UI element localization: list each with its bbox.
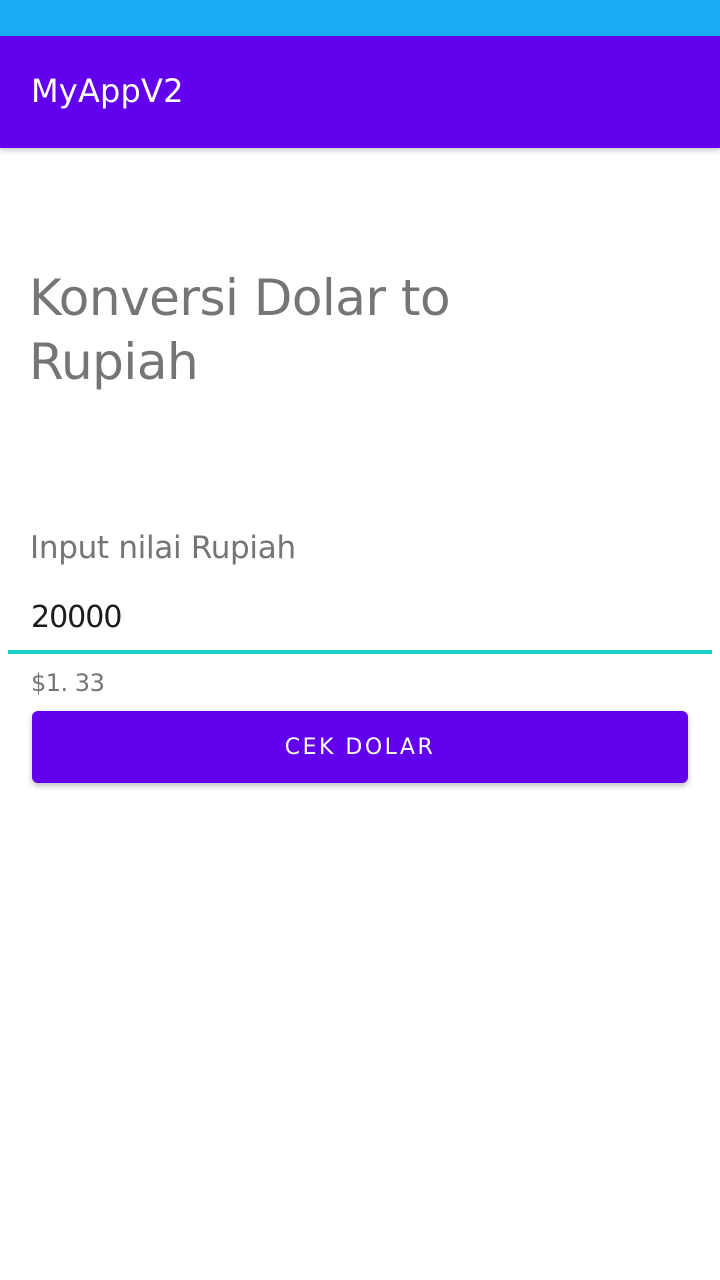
status-bar (0, 0, 720, 36)
dollar-result-text: $1. 33 (31, 669, 105, 697)
page-heading: Konversi Dolar to Rupiah (29, 269, 451, 391)
app-bar: MyAppV2 (0, 36, 720, 148)
cek-dolar-button[interactable]: CEK DOLAR (32, 711, 688, 783)
app-title: MyAppV2 (31, 72, 184, 110)
rupiah-input-field[interactable] (8, 590, 712, 654)
rupiah-input-label: Input nilai Rupiah (30, 530, 296, 566)
